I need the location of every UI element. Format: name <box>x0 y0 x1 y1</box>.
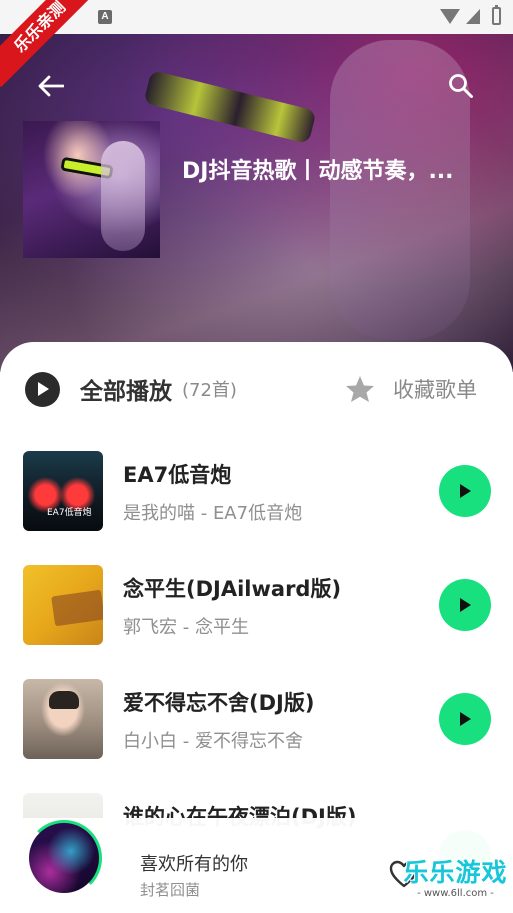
song-title: 爱不得忘不舍(DJ版) <box>123 691 315 715</box>
song-cover <box>23 565 103 645</box>
list-item[interactable]: 爱不得忘不舍(DJ版) 白小白 - 爱不得忘不舍 <box>0 679 513 793</box>
song-count: (72首) <box>182 380 237 401</box>
site-watermark: 乐乐游戏 - www.6ll.com - <box>398 858 513 913</box>
song-cover-text: EA7低音炮 <box>47 508 92 518</box>
song-play-button[interactable] <box>439 465 491 517</box>
song-subtitle: 是我的喵 - EA7低音炮 <box>123 503 303 524</box>
play-icon <box>460 598 471 612</box>
play-icon <box>460 712 471 726</box>
notification-icon: A <box>98 10 112 24</box>
back-button[interactable] <box>31 66 71 106</box>
song-title: EA7低音炮 <box>123 463 232 487</box>
back-arrow-icon <box>38 75 64 97</box>
mini-player-artist: 封茗囧菌 <box>140 881 201 899</box>
mini-player-cover <box>26 820 102 896</box>
hero-glasses-decor <box>143 69 317 145</box>
song-subtitle: 白小白 - 爱不得忘不舍 <box>123 731 303 752</box>
search-button[interactable] <box>441 66 481 106</box>
song-play-button[interactable] <box>439 693 491 745</box>
play-all-button[interactable]: 全部播放 (72首) <box>25 369 237 409</box>
collect-label: 收藏歌单 <box>393 378 477 402</box>
song-subtitle: 郭飞宏 - 念平生 <box>123 617 249 638</box>
site-watermark-title: 乐乐游戏 <box>403 858 508 887</box>
play-all-icon <box>25 371 60 407</box>
list-item[interactable]: EA7低音炮 EA7低音炮 是我的喵 - EA7低音炮 <box>0 451 513 565</box>
star-icon <box>346 376 374 402</box>
song-cover: EA7低音炮 <box>23 451 103 531</box>
playlist-title: DJ抖音热歌丨动感节奏，... <box>182 159 454 184</box>
battery-icon <box>492 5 501 25</box>
song-cover <box>23 679 103 759</box>
collect-playlist-button[interactable]: 收藏歌单 <box>345 369 477 409</box>
play-icon <box>460 484 471 498</box>
wifi-icon <box>440 9 460 24</box>
song-title: 念平生(DJAilward版) <box>123 577 342 601</box>
list-item[interactable]: 念平生(DJAilward版) 郭飞宏 - 念平生 <box>0 565 513 679</box>
song-play-button[interactable] <box>439 579 491 631</box>
play-all-label: 全部播放 <box>80 379 172 405</box>
search-icon <box>449 74 473 98</box>
playlist-cover <box>23 121 160 258</box>
mini-player-title: 喜欢所有的你 <box>140 854 248 875</box>
site-watermark-url: - www.6ll.com - <box>417 888 494 899</box>
signal-icon <box>466 9 480 24</box>
